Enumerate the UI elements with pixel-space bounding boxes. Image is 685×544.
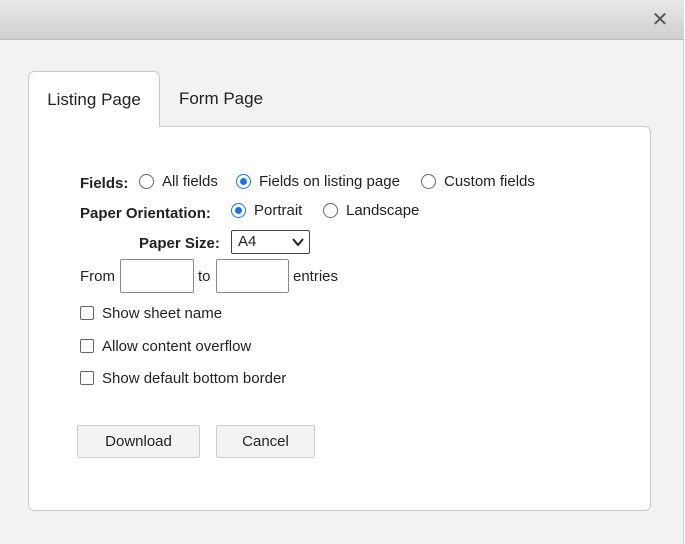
tab-label: Form Page xyxy=(178,89,264,108)
close-icon[interactable]: ✕ xyxy=(650,9,670,31)
from-input[interactable] xyxy=(120,259,194,293)
radio-custom-fields-label[interactable]: Custom fields xyxy=(444,173,535,190)
radio-all-fields-label[interactable]: All fields xyxy=(162,173,218,190)
radio-landscape[interactable] xyxy=(323,203,338,218)
tab-form-page[interactable]: Form Page xyxy=(166,71,276,126)
show-default-bottom-border-checkbox[interactable] xyxy=(80,371,94,385)
fields-label: Fields: xyxy=(80,175,129,192)
radio-fields-on-listing-page[interactable] xyxy=(236,174,251,189)
entries-label: entries xyxy=(293,268,339,285)
print-dialog: ✕ Listing Page Form Page Fields: All fie… xyxy=(0,0,684,544)
paper-size-label: Paper Size: xyxy=(139,235,220,252)
paper-orientation-label: Paper Orientation: xyxy=(80,205,211,222)
radio-custom-fields[interactable] xyxy=(421,174,436,189)
allow-content-overflow-label[interactable]: Allow content overflow xyxy=(102,338,251,355)
paper-size-select[interactable]: A4 xyxy=(231,230,310,254)
radio-portrait[interactable] xyxy=(231,203,246,218)
to-label: to xyxy=(198,268,211,285)
show-sheet-name-checkbox[interactable] xyxy=(80,306,94,320)
cancel-button[interactable]: Cancel xyxy=(216,425,315,458)
to-input[interactable] xyxy=(216,259,289,293)
dialog-titlebar: ✕ xyxy=(0,0,684,40)
radio-all-fields[interactable] xyxy=(139,174,154,189)
paper-size-value: A4 xyxy=(238,233,257,250)
show-default-bottom-border-label[interactable]: Show default bottom border xyxy=(102,370,286,387)
show-sheet-name-label[interactable]: Show sheet name xyxy=(102,305,222,322)
from-label: From xyxy=(80,268,115,285)
chevron-down-icon xyxy=(292,238,304,247)
download-button[interactable]: Download xyxy=(77,425,200,458)
radio-portrait-label[interactable]: Portrait xyxy=(254,202,302,219)
tab-listing-page[interactable]: Listing Page xyxy=(28,71,160,127)
radio-fields-on-listing-page-label[interactable]: Fields on listing page xyxy=(259,173,400,190)
allow-content-overflow-checkbox[interactable] xyxy=(80,339,94,353)
tab-label: Listing Page xyxy=(47,90,141,109)
radio-landscape-label[interactable]: Landscape xyxy=(346,202,419,219)
